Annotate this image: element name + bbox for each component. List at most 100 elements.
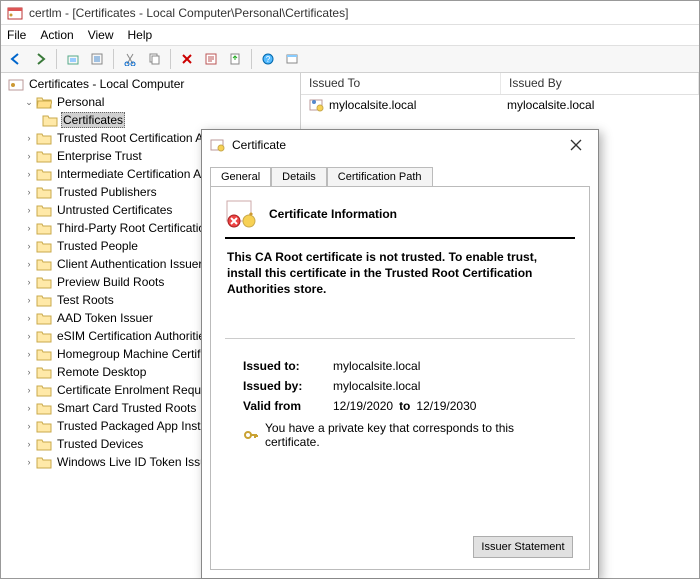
tree-root[interactable]: Certificates - Local Computer xyxy=(1,75,300,93)
folder-icon xyxy=(36,419,52,433)
certificate-dialog: Certificate General Details Certificatio… xyxy=(201,129,599,579)
folder-icon xyxy=(36,455,52,469)
expand-icon[interactable]: › xyxy=(23,294,35,306)
toolbar-separator xyxy=(113,49,114,69)
expand-icon[interactable]: › xyxy=(23,222,35,234)
tree-item-label: Trusted Packaged App Instal xyxy=(55,419,212,433)
folder-icon xyxy=(36,347,52,361)
tree-item-label: Remote Desktop xyxy=(55,365,148,379)
back-button[interactable] xyxy=(5,48,27,70)
tree-item-label: Enterprise Trust xyxy=(55,149,144,163)
tree-root-label: Certificates - Local Computer xyxy=(27,77,186,91)
tree-item-label: Homegroup Machine Certifi xyxy=(55,347,205,361)
menu-view[interactable]: View xyxy=(88,28,114,42)
menu-help[interactable]: Help xyxy=(128,28,153,42)
delete-button[interactable] xyxy=(176,48,198,70)
folder-icon xyxy=(36,185,52,199)
issuer-statement-button[interactable]: Issuer Statement xyxy=(473,536,573,558)
info-header: Certificate Information xyxy=(225,197,575,237)
menu-action[interactable]: Action xyxy=(40,28,73,42)
tree-personal-certs-label: Certificates xyxy=(61,112,125,128)
folder-icon xyxy=(36,149,52,163)
folder-icon xyxy=(36,437,52,451)
tree-item-label: Trusted Root Certification Au xyxy=(55,131,212,145)
expand-icon[interactable]: › xyxy=(23,402,35,414)
cut-button[interactable] xyxy=(119,48,141,70)
tree-item-label: Trusted Devices xyxy=(55,437,145,451)
tab-general[interactable]: General xyxy=(210,167,271,186)
cert-warning-icon xyxy=(225,197,259,231)
tree-item-label: Test Roots xyxy=(55,293,116,307)
issued-to-value: mylocalsite.local xyxy=(333,359,420,373)
tree-item-label: Third-Party Root Certification xyxy=(55,221,214,235)
cert-store-icon xyxy=(8,77,24,91)
expand-icon[interactable]: › xyxy=(23,384,35,396)
options-button[interactable] xyxy=(281,48,303,70)
tree-personal-label: Personal xyxy=(55,95,106,109)
expand-icon[interactable]: › xyxy=(23,150,35,162)
tab-details[interactable]: Details xyxy=(271,167,327,187)
copy-button[interactable] xyxy=(143,48,165,70)
app-icon xyxy=(7,5,23,21)
private-key-note: You have a private key that corresponds … xyxy=(243,421,571,449)
refresh-button[interactable] xyxy=(200,48,222,70)
folder-icon xyxy=(36,401,52,415)
tree-item-label: Preview Build Roots xyxy=(55,275,166,289)
tree-item-label: Windows Live ID Token Issue xyxy=(55,455,216,469)
toolbar: ? xyxy=(1,45,699,73)
toolbar-separator xyxy=(170,49,171,69)
tree-personal-certs[interactable]: Certificates xyxy=(1,111,300,129)
folder-icon xyxy=(36,257,52,271)
tree-item-label: eSIM Certification Authorities xyxy=(55,329,213,343)
info-heading: Certificate Information xyxy=(269,207,397,221)
properties-button[interactable] xyxy=(86,48,108,70)
up-button[interactable] xyxy=(62,48,84,70)
tree-personal[interactable]: ⌄ Personal xyxy=(1,93,300,111)
issued-by-value: mylocalsite.local xyxy=(333,379,420,393)
expand-icon[interactable]: › xyxy=(23,348,35,360)
expand-icon[interactable]: › xyxy=(23,240,35,252)
menu-file[interactable]: File xyxy=(7,28,26,42)
tab-certification-path[interactable]: Certification Path xyxy=(327,167,433,187)
issued-by-row: Issued by: mylocalsite.local xyxy=(243,379,571,393)
expand-icon[interactable]: › xyxy=(23,330,35,342)
tree-item-label: Smart Card Trusted Roots xyxy=(55,401,198,415)
export-button[interactable] xyxy=(224,48,246,70)
expand-icon[interactable]: › xyxy=(23,276,35,288)
list-row[interactable]: mylocalsite.local mylocalsite.local xyxy=(301,95,699,115)
expand-icon[interactable]: › xyxy=(23,312,35,324)
expand-icon[interactable]: › xyxy=(23,258,35,270)
forward-button[interactable] xyxy=(29,48,51,70)
help-button[interactable]: ? xyxy=(257,48,279,70)
tree-item-label: Trusted Publishers xyxy=(55,185,159,199)
folder-icon xyxy=(36,329,52,343)
expand-icon[interactable]: › xyxy=(23,456,35,468)
valid-from-label: Valid from xyxy=(243,399,333,413)
tree-item-label: AAD Token Issuer xyxy=(55,311,155,325)
content-area: Certificates - Local Computer ⌄ Personal… xyxy=(1,73,699,578)
expand-icon[interactable]: › xyxy=(23,168,35,180)
expand-icon[interactable]: › xyxy=(23,186,35,198)
tree-item-label: Trusted People xyxy=(55,239,140,253)
dialog-tabs: General Details Certification Path xyxy=(202,164,598,186)
column-issued-to[interactable]: Issued To xyxy=(301,73,501,94)
close-button[interactable] xyxy=(562,134,590,156)
dialog-body: Certificate Information This CA Root cer… xyxy=(210,186,590,570)
tree-item-label: Untrusted Certificates xyxy=(55,203,174,217)
issued-to-row: Issued to: mylocalsite.local xyxy=(243,359,571,373)
dialog-titlebar[interactable]: Certificate xyxy=(202,130,598,160)
expand-icon[interactable]: › xyxy=(23,438,35,450)
expand-icon[interactable]: › xyxy=(23,204,35,216)
expand-icon[interactable]: › xyxy=(23,420,35,432)
folder-icon xyxy=(36,131,52,145)
folder-icon xyxy=(36,221,52,235)
expand-icon[interactable]: › xyxy=(23,366,35,378)
divider xyxy=(225,237,575,239)
folder-icon xyxy=(42,113,58,127)
collapse-icon[interactable]: ⌄ xyxy=(23,96,35,108)
column-issued-by[interactable]: Issued By xyxy=(501,73,699,94)
expand-icon[interactable]: › xyxy=(23,132,35,144)
folder-icon xyxy=(36,239,52,253)
issued-by-label: Issued by: xyxy=(243,379,333,393)
menu-bar: File Action View Help xyxy=(1,25,699,45)
